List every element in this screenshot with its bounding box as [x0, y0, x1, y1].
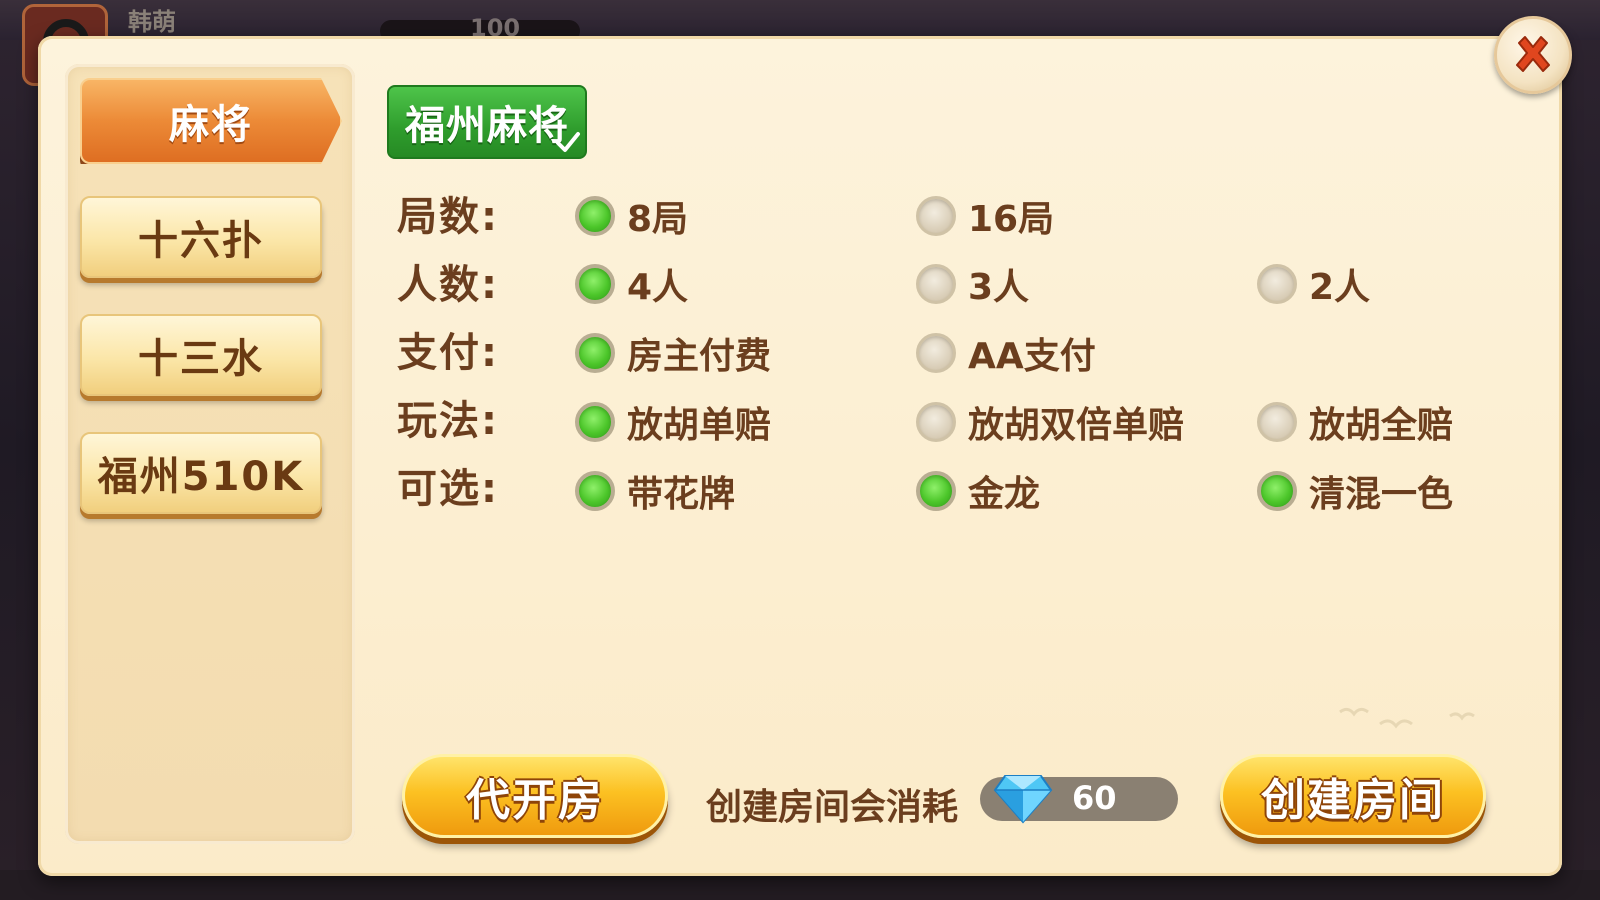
option-label: 2人 — [1309, 267, 1371, 308]
payment-label: 支付: — [397, 330, 499, 376]
option-label: 8局 — [627, 199, 689, 240]
rules-label: 玩法: — [397, 398, 499, 444]
players-option-2[interactable]: 2人 — [1257, 258, 1370, 310]
sidebar-item-mahjong[interactable]: 麻将 — [80, 78, 342, 164]
option-label: 3人 — [968, 267, 1030, 308]
diamond-icon — [993, 775, 1053, 824]
optional-label: 可选: — [397, 466, 499, 512]
option-label: 放胡全赔 — [1309, 405, 1454, 446]
birds-decoration — [1339, 707, 1475, 729]
radio-unchecked[interactable] — [916, 264, 956, 304]
close-x-icon — [1516, 36, 1550, 72]
game-tab-label: 福州麻将 — [405, 103, 569, 149]
radio-unchecked[interactable] — [916, 333, 956, 373]
players-label: 人数: — [397, 262, 499, 308]
players-option-3[interactable]: 3人 — [916, 258, 1029, 310]
rounds-option-16[interactable]: 16局 — [916, 190, 1054, 242]
sidebar-item-shisanshui[interactable]: 十三水 — [80, 314, 322, 396]
player-name: 韩萌 — [128, 8, 176, 36]
rounds-label: 局数: — [397, 194, 499, 240]
radio-checked[interactable] — [575, 333, 615, 373]
players-option-4[interactable]: 4人 — [575, 258, 688, 310]
game-tab-fuzhou-mahjong[interactable]: 福州麻将 — [387, 85, 587, 159]
sidebar-item-fuzhou-510k[interactable]: 福州510K — [80, 432, 322, 514]
checkbox-checked[interactable] — [575, 471, 615, 511]
lobby-top-bar — [0, 0, 1600, 40]
radio-checked[interactable] — [575, 196, 615, 236]
option-label: AA支付 — [968, 336, 1096, 377]
cost-value: 60 — [1072, 779, 1117, 817]
option-label: 金龙 — [968, 474, 1041, 515]
option-label: 清混一色 — [1309, 474, 1454, 515]
sidebar-item-shiliupu[interactable]: 十六扑 — [80, 196, 322, 278]
cost-description: 创建房间会消耗 — [706, 787, 959, 828]
checkmark-icon — [556, 132, 580, 152]
radio-unchecked[interactable] — [916, 402, 956, 442]
radio-checked[interactable] — [575, 402, 615, 442]
option-label: 房主付费 — [627, 336, 772, 377]
close-button[interactable] — [1494, 16, 1572, 94]
optional-flush[interactable]: 清混一色 — [1257, 465, 1453, 517]
radio-unchecked[interactable] — [916, 196, 956, 236]
proxy-create-room-button[interactable]: 代开房 — [402, 754, 668, 838]
option-label: 16局 — [968, 199, 1055, 240]
option-label: 带花牌 — [627, 474, 736, 515]
option-label: 4人 — [627, 267, 689, 308]
rules-option-full[interactable]: 放胡全赔 — [1257, 396, 1453, 448]
rules-option-double[interactable]: 放胡双倍单赔 — [916, 396, 1184, 448]
payment-option-aa[interactable]: AA支付 — [916, 327, 1096, 379]
optional-flower-tiles[interactable]: 带花牌 — [575, 465, 735, 517]
radio-unchecked[interactable] — [1257, 264, 1297, 304]
checkbox-checked[interactable] — [1257, 471, 1297, 511]
rules-option-single[interactable]: 放胡单赔 — [575, 396, 771, 448]
rounds-option-8[interactable]: 8局 — [575, 190, 688, 242]
create-room-button[interactable]: 创建房间 — [1220, 754, 1486, 838]
optional-golden-dragon[interactable]: 金龙 — [916, 465, 1040, 517]
option-label: 放胡单赔 — [627, 405, 772, 446]
payment-option-host[interactable]: 房主付费 — [575, 327, 771, 379]
radio-unchecked[interactable] — [1257, 402, 1297, 442]
option-label: 放胡双倍单赔 — [968, 405, 1185, 446]
radio-checked[interactable] — [575, 264, 615, 304]
checkbox-checked[interactable] — [916, 471, 956, 511]
